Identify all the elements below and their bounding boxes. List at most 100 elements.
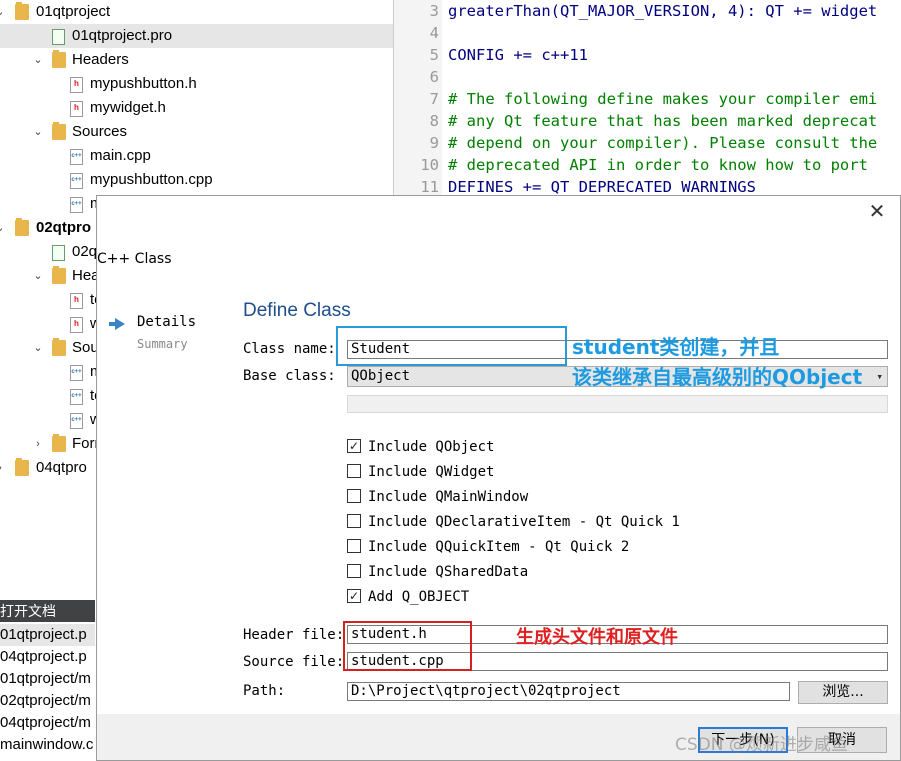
option-checkbox-row[interactable]: Include QQuickItem - Qt Quick 2 xyxy=(347,537,747,557)
tree-item-label: Sources xyxy=(72,123,128,140)
code-editor[interactable]: 3 greaterThan(QT_MAJOR_VERSION, 4): QT +=… xyxy=(393,0,901,196)
option-checkbox-row[interactable]: Include QSharedData xyxy=(347,562,747,582)
close-button[interactable]: ✕ xyxy=(868,199,886,223)
line-number: 5 xyxy=(429,46,439,64)
line-number: 10 xyxy=(420,156,439,174)
header-file-icon: h xyxy=(70,77,83,93)
pro-file-icon xyxy=(52,29,65,45)
forms-folder-icon xyxy=(52,434,66,452)
path-label: Path: xyxy=(243,683,286,699)
code-line: 6 xyxy=(394,66,901,88)
tree-item-label: 01qtproject xyxy=(36,3,111,20)
tree-item-label: Headers xyxy=(72,51,129,68)
option-checkbox-row[interactable]: ✓ Add Q_OBJECT xyxy=(347,587,747,607)
line-number: 7 xyxy=(429,90,439,108)
tree-item-label: 02qtpro xyxy=(36,219,92,236)
open-doc-item[interactable]: 04qtproject.p xyxy=(0,646,95,668)
close-icon[interactable]: ✕ xyxy=(869,199,886,223)
checkbox-unchecked-icon[interactable] xyxy=(347,564,361,578)
browse-button[interactable]: 浏览... xyxy=(798,681,888,704)
chevron-down-icon[interactable]: ⌄ xyxy=(0,216,6,240)
code-text: # depend on your compiler). Please consu… xyxy=(448,134,878,152)
checkbox-checked-icon[interactable]: ✓ xyxy=(347,439,361,453)
class-highlight-box xyxy=(336,326,567,366)
current-step-arrow-icon xyxy=(109,318,125,330)
tree-item[interactable]: c++ mypushbutton.cpp xyxy=(0,168,393,192)
option-checkbox-row[interactable]: Include QDeclarativeItem - Qt Quick 1 xyxy=(347,512,747,532)
tree-item[interactable]: ⌄ Headers xyxy=(0,48,393,72)
code-line: 4 xyxy=(394,22,901,44)
tree-item-label: mypushbutton.h xyxy=(90,75,197,92)
line-number: 3 xyxy=(429,2,439,20)
checkbox-checked-icon[interactable]: ✓ xyxy=(347,589,361,603)
header-file-icon: h xyxy=(70,293,83,309)
option-checkbox-row[interactable]: Include QMainWindow xyxy=(347,487,747,507)
line-number: 6 xyxy=(429,68,439,86)
open-doc-item[interactable]: 01qtproject.p xyxy=(0,624,95,646)
project-folder-icon xyxy=(15,218,29,236)
code-line: 10 # deprecated API in order to know how … xyxy=(394,154,901,176)
open-doc-item[interactable]: 02qtproject/m xyxy=(0,690,95,712)
code-text: CONFIG += c++11 xyxy=(448,46,588,64)
cpp-file-icon: c++ xyxy=(70,413,83,429)
cpp-file-icon: c++ xyxy=(70,365,83,381)
option-label: Add Q_OBJECT xyxy=(368,589,470,605)
line-number: 4 xyxy=(429,24,439,42)
option-label: Include QWidget xyxy=(368,464,495,480)
code-text: # The following define makes your compil… xyxy=(448,90,878,108)
tree-item[interactable]: h mypushbutton.h xyxy=(0,72,393,96)
tree-item-label: mywidget.h xyxy=(90,99,166,116)
cpp-file-icon: c++ xyxy=(70,389,83,405)
tree-item-label: 01qtproject.pro xyxy=(72,27,173,44)
pro-file-icon xyxy=(52,245,65,261)
open-doc-item[interactable]: 01qtproject/m xyxy=(0,668,95,690)
base-class-label: Base class: xyxy=(243,368,336,384)
watermark: CSDN @烦新进步咸鱼 xyxy=(675,735,848,755)
headers-folder-icon xyxy=(52,266,66,284)
option-checkbox-row[interactable]: Include QWidget xyxy=(347,462,747,482)
tree-item[interactable]: ⌄ 01qtproject xyxy=(0,0,393,24)
chevron-down-icon: ▾ xyxy=(876,370,883,383)
checkbox-unchecked-icon[interactable] xyxy=(347,514,361,528)
wizard-title: C++ Class xyxy=(97,251,172,267)
header-file-icon: h xyxy=(70,317,83,333)
chevron-down-icon[interactable]: ⌄ xyxy=(32,120,44,144)
tree-item[interactable]: ⌄ Sources xyxy=(0,120,393,144)
code-text: greaterThan(QT_MAJOR_VERSION, 4): QT += … xyxy=(448,2,878,20)
annotation-blue-line2: 该类继承自最高级别的QObject xyxy=(572,365,863,389)
code-line: 5 CONFIG += c++11 xyxy=(394,44,901,66)
code-line: 8 # any Qt feature that has been marked d… xyxy=(394,110,901,132)
chevron-right-icon[interactable]: › xyxy=(0,456,6,480)
chevron-right-icon[interactable]: › xyxy=(32,432,44,456)
option-label: Include QSharedData xyxy=(368,564,529,580)
tree-item[interactable]: 01qtproject.pro xyxy=(0,24,393,48)
tree-item-label: mypushbutton.cpp xyxy=(90,171,213,188)
chevron-down-icon[interactable]: ⌄ xyxy=(32,264,44,288)
cpp-file-icon: c++ xyxy=(70,149,83,165)
tree-item[interactable]: c++ main.cpp xyxy=(0,144,393,168)
header-file-label: Header file: xyxy=(243,627,345,643)
header-file-icon: h xyxy=(70,101,83,117)
source-file-label: Source file: xyxy=(243,654,345,670)
sources-folder-icon xyxy=(52,338,66,356)
checkbox-unchecked-icon[interactable] xyxy=(347,539,361,553)
open-doc-item[interactable]: mainwindow.c xyxy=(0,734,95,756)
checkbox-unchecked-icon[interactable] xyxy=(347,464,361,478)
annotation-blue-line1: student类创建，并且 xyxy=(572,335,780,359)
option-checkbox-row[interactable]: ✓ Include QObject xyxy=(347,437,747,457)
tree-item[interactable]: h mywidget.h xyxy=(0,96,393,120)
chevron-down-icon[interactable]: ⌄ xyxy=(32,48,44,72)
new-class-dialog: ✕ C++ Class Details Summary Define Class… xyxy=(96,195,901,761)
path-input[interactable]: D:\Project\qtproject\02qtproject xyxy=(347,682,790,701)
checkbox-unchecked-icon[interactable] xyxy=(347,489,361,503)
code-line: 3 greaterThan(QT_MAJOR_VERSION, 4): QT +=… xyxy=(394,0,901,22)
tree-item-label: 04qtpro xyxy=(36,459,87,476)
project-folder-icon xyxy=(15,2,29,20)
chevron-down-icon[interactable]: ⌄ xyxy=(32,336,44,360)
headers-folder-icon xyxy=(52,50,66,68)
option-label: Include QQuickItem - Qt Quick 2 xyxy=(368,539,630,555)
line-number: 8 xyxy=(429,112,439,130)
open-doc-item[interactable]: 04qtproject/m xyxy=(0,712,95,734)
chevron-down-icon[interactable]: ⌄ xyxy=(0,0,6,24)
option-label: Include QMainWindow xyxy=(368,489,529,505)
